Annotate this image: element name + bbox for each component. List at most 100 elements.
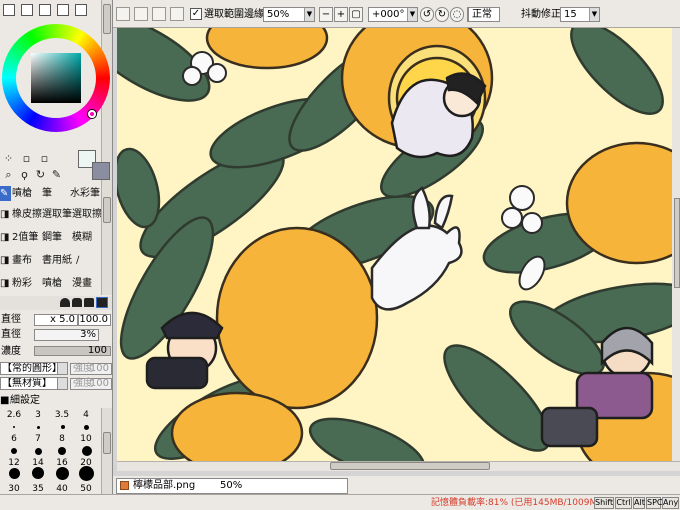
brush-shape-select[interactable]: 【常的圓形】	[0, 362, 68, 375]
invert-selection-icon[interactable]	[134, 7, 148, 21]
pencil-tool-selected[interactable]: ✎	[0, 186, 11, 201]
color-wheel-mode-icon[interactable]	[3, 4, 15, 16]
canvas-vertical-scroll-thumb[interactable]	[674, 198, 680, 288]
size-dot[interactable]	[84, 425, 89, 430]
size-preset[interactable]: 6	[4, 434, 24, 444]
tool-icon[interactable]: ◨	[0, 253, 11, 268]
size-preset[interactable]: 30	[4, 484, 24, 494]
canvas-horizontal-scroll-thumb[interactable]	[330, 462, 490, 470]
size-preset[interactable]: 10	[76, 434, 96, 444]
size-preset[interactable]: 3.5	[52, 410, 72, 420]
texture-strength[interactable]: 100 強度	[70, 377, 112, 391]
detail-settings-row[interactable]: ■ 細設定	[0, 394, 112, 408]
zoom-in-button[interactable]: +	[334, 7, 348, 22]
tool-airbrush-2[interactable]: 噴槍	[42, 276, 72, 291]
hsv-slider-mode-icon[interactable]	[39, 4, 51, 16]
density-slider[interactable]: 100	[34, 346, 111, 356]
size-presets-scroll-thumb[interactable]	[103, 432, 111, 454]
background-color-swatch[interactable]	[92, 162, 110, 180]
tool-grid-scroll-thumb[interactable]	[103, 197, 111, 223]
zoom-select[interactable]: 50% ▼	[263, 7, 315, 22]
file-tab[interactable]: 檸檬品部.png 50%	[116, 478, 348, 494]
size-preset[interactable]: 35	[28, 484, 48, 494]
edge-medium-icon[interactable]	[72, 298, 82, 307]
size-presets-scrollbar[interactable]	[101, 408, 112, 494]
rotate-icon[interactable]: ↻	[34, 168, 47, 181]
brush-size-value[interactable]: 100.0	[78, 314, 111, 326]
size-preset[interactable]: 50	[76, 484, 96, 494]
eyedropper-icon[interactable]: ✎	[50, 168, 63, 181]
zoom-out-button[interactable]: −	[319, 7, 333, 22]
stabilizer-select[interactable]: 15 ▼	[560, 7, 600, 22]
zoom-icon[interactable]: ⌕	[2, 168, 15, 181]
min-size-slider[interactable]: 3%	[34, 329, 99, 341]
size-dot[interactable]	[32, 467, 44, 479]
tool-watercolor[interactable]: 水彩筆	[70, 186, 100, 201]
hide-selection-icon[interactable]	[152, 7, 166, 21]
shape-strength[interactable]: 100 強度	[70, 362, 112, 376]
drawing-canvas[interactable]	[117, 28, 672, 461]
size-dot[interactable]	[11, 448, 17, 454]
size-dot[interactable]	[35, 448, 42, 455]
size-dot[interactable]	[82, 446, 92, 456]
saturation-value-square[interactable]	[31, 53, 81, 103]
rotation-select[interactable]: +000° ▼	[368, 7, 418, 22]
tool-icon[interactable]: ◨	[0, 207, 11, 222]
scratchpad-mode-icon[interactable]	[75, 4, 87, 16]
tool-binary-pen[interactable]: 2值筆	[12, 230, 42, 245]
texture-select[interactable]: 【無材質】	[0, 377, 68, 390]
zoom-reset-button[interactable]: ▢	[349, 7, 363, 22]
stabilizer-label: 抖動修正	[521, 9, 561, 20]
tool-blur[interactable]: 模糊	[72, 230, 102, 245]
size-preset[interactable]: 8	[52, 434, 72, 444]
tool-manga[interactable]: 漫畫	[72, 276, 102, 291]
color-panel-scroll-thumb[interactable]	[103, 4, 111, 34]
size-preset[interactable]: 4	[76, 410, 96, 420]
move-icon[interactable]: ⁘	[2, 152, 15, 165]
size-preset[interactable]: 3	[28, 410, 48, 420]
edge-hard-icon[interactable]	[84, 298, 94, 307]
brush-size-multiplier[interactable]: x 5.0	[34, 314, 78, 326]
swatch-mode-icon[interactable]	[57, 4, 69, 16]
rotate-reset-button[interactable]: ◌	[450, 7, 464, 22]
swatch-small-icon[interactable]: ▫	[20, 152, 33, 165]
size-preset[interactable]: 7	[28, 434, 48, 444]
edge-square-icon[interactable]	[96, 297, 108, 308]
detail-settings-toggle[interactable]: ■	[0, 394, 9, 408]
size-dot[interactable]	[58, 447, 66, 455]
selection-edge-checkbox[interactable]: ✓	[190, 8, 202, 20]
size-dot[interactable]	[61, 425, 65, 429]
deselect-icon[interactable]	[116, 7, 130, 21]
size-preset[interactable]: 40	[52, 484, 72, 494]
rotate-right-button[interactable]: ↻	[435, 7, 449, 22]
tool-pastel[interactable]: 粉彩	[12, 276, 42, 291]
size-preset[interactable]: 2.6	[4, 410, 24, 420]
size-preset[interactable]: 12	[4, 458, 24, 468]
size-dot[interactable]	[79, 466, 94, 481]
size-dot[interactable]	[37, 426, 40, 429]
tool-icon[interactable]: ◨	[0, 230, 11, 245]
select-all-icon[interactable]	[170, 7, 184, 21]
blend-mode-select[interactable]: 正常	[468, 7, 500, 22]
tool-extra[interactable]: ∕	[76, 253, 100, 268]
tool-pen[interactable]: 筆	[42, 186, 72, 201]
swatch-small-2-icon[interactable]: ▫	[38, 152, 51, 165]
tool-select-eraser[interactable]: 選取擦	[72, 207, 102, 222]
tool-fountain-pen[interactable]: 鋼筆	[42, 230, 72, 245]
tool-eraser[interactable]: 橡皮擦	[12, 207, 42, 222]
rgb-slider-mode-icon[interactable]	[21, 4, 33, 16]
lasso-icon[interactable]: ϙ	[18, 168, 31, 181]
tool-paper[interactable]: 書用紙	[42, 253, 72, 268]
tool-select-pen[interactable]: 選取筆	[42, 207, 72, 222]
color-wheel[interactable]	[2, 24, 110, 132]
size-dot[interactable]	[9, 468, 20, 479]
tool-canvas[interactable]: 畫布	[12, 253, 42, 268]
rotate-left-button[interactable]: ↺	[420, 7, 434, 22]
tool-grid-scrollbar[interactable]	[101, 185, 112, 295]
tool-icon[interactable]: ◨	[0, 276, 11, 291]
tool-airbrush[interactable]: 噴槍	[12, 186, 42, 201]
size-dot[interactable]	[56, 467, 69, 480]
edge-soft-icon[interactable]	[60, 298, 70, 307]
size-dot[interactable]	[13, 426, 15, 428]
hue-marker[interactable]	[88, 110, 96, 118]
